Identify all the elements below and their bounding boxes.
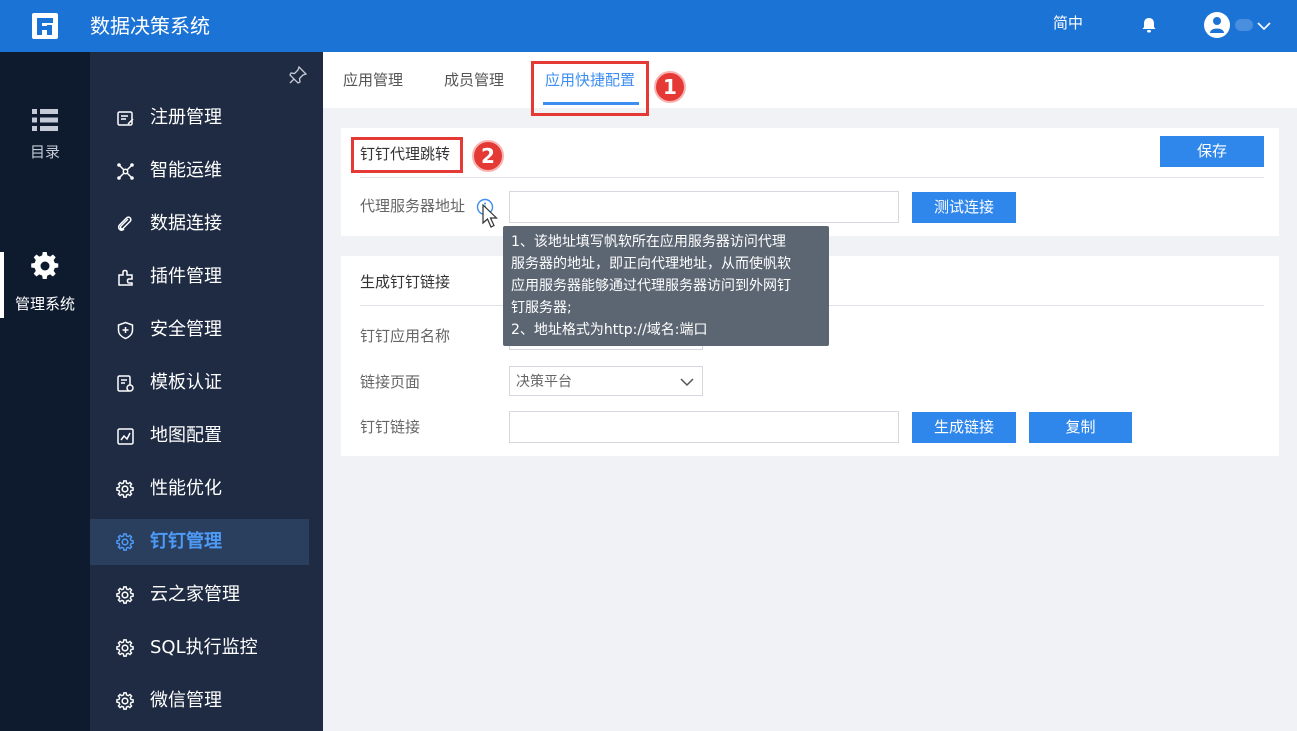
annotation-box-section: [351, 137, 463, 173]
list-icon: [32, 109, 58, 131]
tooltip-line: 1、该地址填写帆软所在应用服务器访问代理: [511, 234, 786, 250]
sidebar-item-label: 注册管理: [150, 107, 222, 128]
sidebar-item-label: 数据连接: [150, 213, 222, 234]
sidebar-item-label: 插件管理: [150, 266, 222, 287]
sidebar-item-security[interactable]: 安全管理: [90, 307, 309, 353]
sidebar-item-wechat[interactable]: 微信管理: [90, 678, 309, 724]
sidebar-item-smart-ops[interactable]: 智能运维: [90, 148, 309, 194]
copy-button[interactable]: 复制: [1029, 412, 1132, 443]
sidebar-item-plugin[interactable]: 插件管理: [90, 254, 309, 300]
pin-icon[interactable]: [289, 66, 307, 84]
map-config-icon: [117, 428, 134, 445]
gear-icon: [116, 586, 134, 604]
gear-icon: [116, 639, 134, 657]
nav-rail: 目录 管理系统: [0, 52, 90, 731]
sidebar-item-label: 模板认证: [150, 372, 222, 393]
sidebar-item-data-connection[interactable]: 数据连接: [90, 201, 309, 247]
tab-app-management[interactable]: 应用管理: [343, 70, 403, 90]
annotation-box-tab: [531, 61, 649, 116]
sidebar-item-yunzhijia[interactable]: 云之家管理: [90, 572, 309, 618]
tooltip-line: 钉服务器;: [511, 300, 572, 316]
test-connection-button[interactable]: 测试连接: [912, 192, 1016, 223]
sidebar-item-performance[interactable]: 性能优化: [90, 466, 309, 512]
security-icon: [117, 321, 134, 340]
tooltip-line: 2、地址格式为http://域名:端口: [511, 322, 708, 338]
proxy-server-label: 代理服务器地址: [360, 197, 466, 215]
link-section-title: 生成钉钉链接: [360, 273, 451, 291]
tab-member-management[interactable]: 成员管理: [444, 70, 504, 90]
avatar[interactable]: [1204, 12, 1230, 38]
top-bar: 数据决策系统 简中: [0, 0, 1297, 52]
rail-item-label: 管理系统: [14, 295, 75, 313]
smart-ops-icon: [117, 163, 134, 180]
annotation-badge-1: 1: [654, 71, 686, 103]
sidebar-item-label: 性能优化: [150, 478, 222, 499]
app-title: 数据决策系统: [90, 14, 210, 38]
main-content: 应用管理 成员管理 应用快捷配置 钉钉代理跳转 保存 代理服务器地址 测试连接 …: [323, 52, 1297, 731]
fanruan-logo-icon: [32, 13, 58, 39]
app-name-label: 钉钉应用名称: [360, 327, 451, 345]
mouse-cursor-icon: [482, 204, 498, 228]
chevron-down-icon[interactable]: [1256, 18, 1272, 34]
sidebar-item-label: 云之家管理: [150, 584, 240, 605]
sidebar-item-map-config[interactable]: 地图配置: [90, 413, 309, 459]
rail-item-label: 目录: [29, 143, 60, 161]
tooltip-line: 服务器的地址，即正向代理地址，从而使帆软: [511, 256, 791, 272]
link-page-select[interactable]: 决策平台: [509, 366, 703, 396]
gear-icon: [31, 252, 59, 280]
generate-link-button[interactable]: 生成链接: [912, 412, 1016, 443]
help-tooltip: 1、该地址填写帆软所在应用服务器访问代理 服务器的地址，即正向代理地址，从而使帆…: [503, 226, 829, 346]
rail-item-directory[interactable]: 目录: [0, 108, 90, 162]
sidebar-item-dingtalk[interactable]: 钉钉管理: [90, 519, 309, 565]
link-page-label: 链接页面: [360, 373, 421, 391]
plugin-icon: [118, 269, 133, 286]
sidebar-item-label: 地图配置: [150, 425, 222, 446]
sidebar-item-label: 钉钉管理: [150, 531, 222, 552]
gear-icon: [116, 692, 134, 710]
sidebar-item-register[interactable]: 注册管理: [90, 95, 309, 141]
tab-bar: 应用管理 成员管理 应用快捷配置: [323, 52, 1297, 108]
annotation-badge-2: 2: [472, 140, 504, 172]
language-switch[interactable]: 简中: [1053, 13, 1083, 33]
sidebar-item-label: 智能运维: [150, 160, 222, 181]
username-blurred: [1235, 19, 1253, 31]
bell-icon[interactable]: [1140, 16, 1158, 34]
user-icon: [1210, 17, 1224, 33]
gear-icon: [116, 480, 134, 498]
sidebar-item-template-auth[interactable]: 模板认证: [90, 360, 309, 406]
rail-item-management[interactable]: 管理系统: [0, 252, 90, 314]
tooltip-line: 应用服务器能够通过代理服务器访问到外网钉: [511, 278, 791, 294]
link-page-value: 决策平台: [516, 374, 572, 390]
sidebar-item-sql-monitor[interactable]: SQL执行监控: [90, 625, 309, 671]
proxy-server-input[interactable]: [509, 191, 899, 223]
divider: [360, 177, 1264, 178]
sidebar-item-label: 微信管理: [150, 690, 222, 711]
sidebar-item-label: SQL执行监控: [150, 637, 258, 658]
gear-icon: [116, 533, 134, 551]
dingtalk-link-label: 钉钉链接: [360, 418, 421, 436]
template-auth-icon: [117, 375, 134, 392]
save-button[interactable]: 保存: [1160, 136, 1264, 167]
sidebar-item-label: 安全管理: [150, 319, 222, 340]
chevron-down-icon: [680, 378, 694, 387]
register-icon: [117, 111, 134, 126]
dingtalk-link-input[interactable]: [509, 411, 899, 443]
data-connection-icon: [117, 216, 132, 231]
